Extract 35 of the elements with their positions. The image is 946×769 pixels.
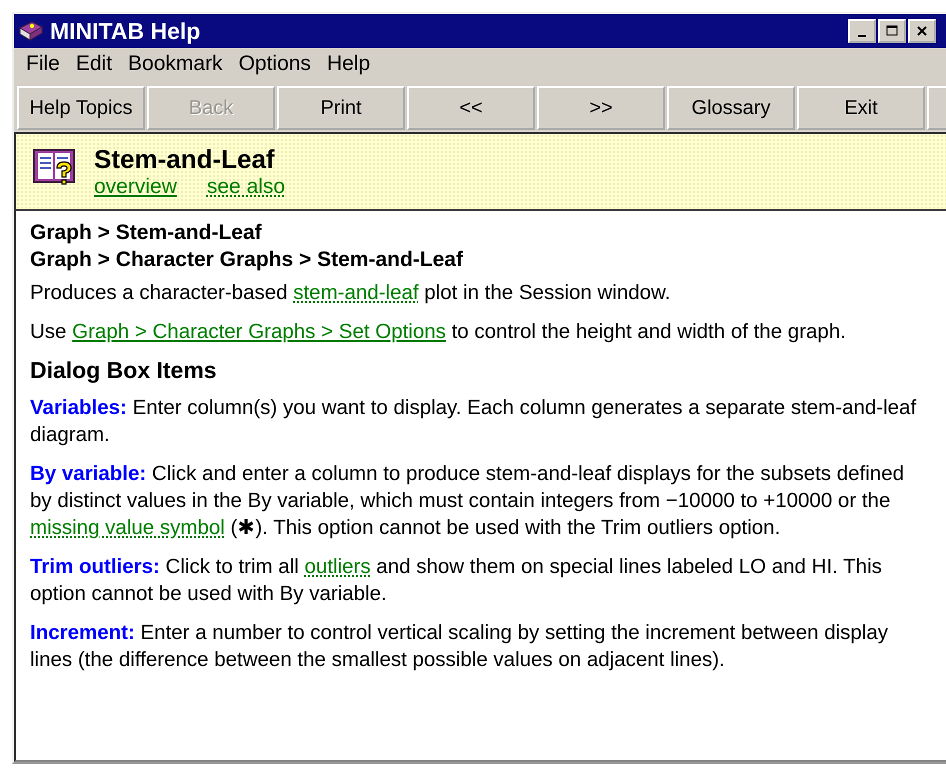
toolbar-button[interactable]: Print <box>277 86 405 130</box>
link[interactable]: overview <box>94 175 177 199</box>
paragraph: Produces a character-based stem-and-leaf plot in the Session window. <box>30 280 672 306</box>
toolbar-button[interactable]: Exit <box>797 86 925 130</box>
menu-item[interactable]: Edit <box>68 52 120 76</box>
close-icon <box>916 25 928 37</box>
menu-item[interactable]: Options <box>230 52 319 76</box>
window-title: MINITAB Help <box>50 18 202 44</box>
glossary-link[interactable]: missing value symbol <box>30 516 225 539</box>
item-description: Increment: Enter a number to control vertical scaling by setting the increment between display lines (the difference between the smallest possible values on adjacent lines). <box>30 620 890 673</box>
maximize-icon <box>886 25 898 37</box>
minimize-icon <box>858 35 866 37</box>
glossary-link[interactable]: outliers <box>304 555 371 578</box>
menu-path: Graph > Character Graphs > Stem-and-Leaf <box>30 247 464 273</box>
toolbar-button[interactable]: >> <box>537 86 665 130</box>
menu-item[interactable]: File <box>18 52 68 76</box>
close-button[interactable] <box>908 19 936 43</box>
toolbar-button[interactable]: Glossary <box>667 86 795 130</box>
menu-item[interactable]: Help <box>318 52 378 76</box>
topic-title: Stem-and-Leaf <box>94 144 276 175</box>
item-description: Trim outliers: Click to trim all outliers and show them on special lines labeled LO and HI. This option cannot be used with By variable. <box>30 554 883 607</box>
menu-path: Graph > Stem-and-Leaf <box>30 220 263 246</box>
menu-item[interactable]: Bookmark <box>120 52 231 76</box>
item-description: By variable: Click and enter a column to produce stem-and-leaf displays for the subsets defined by distinct values in the By variable, which must contain integers from −10000 to +10000 or the missing value symbol (✱). This option cannot be used with the Trim outliers option. <box>30 461 906 541</box>
toolbar-button[interactable]: Help Topics <box>17 86 145 130</box>
link[interactable]: Graph > Character Graphs > Set Options <box>72 320 446 343</box>
paragraph: Use Graph > Character Graphs > Set Options to control the height and width of the graph. <box>30 319 847 345</box>
section-heading: Dialog Box Items <box>30 357 218 384</box>
glossary-link[interactable]: stem-and-leaf <box>293 281 419 304</box>
minimize-button[interactable] <box>848 19 876 43</box>
item-description: Variables: Enter column(s) you want to display. Each column generates a separate stem-and-leaf diagram. <box>30 395 918 448</box>
glossary-link[interactable]: see also <box>206 175 286 199</box>
help-book-icon <box>18 20 44 42</box>
toolbar-button[interactable]: << <box>407 86 535 130</box>
maximize-button[interactable] <box>878 19 906 43</box>
